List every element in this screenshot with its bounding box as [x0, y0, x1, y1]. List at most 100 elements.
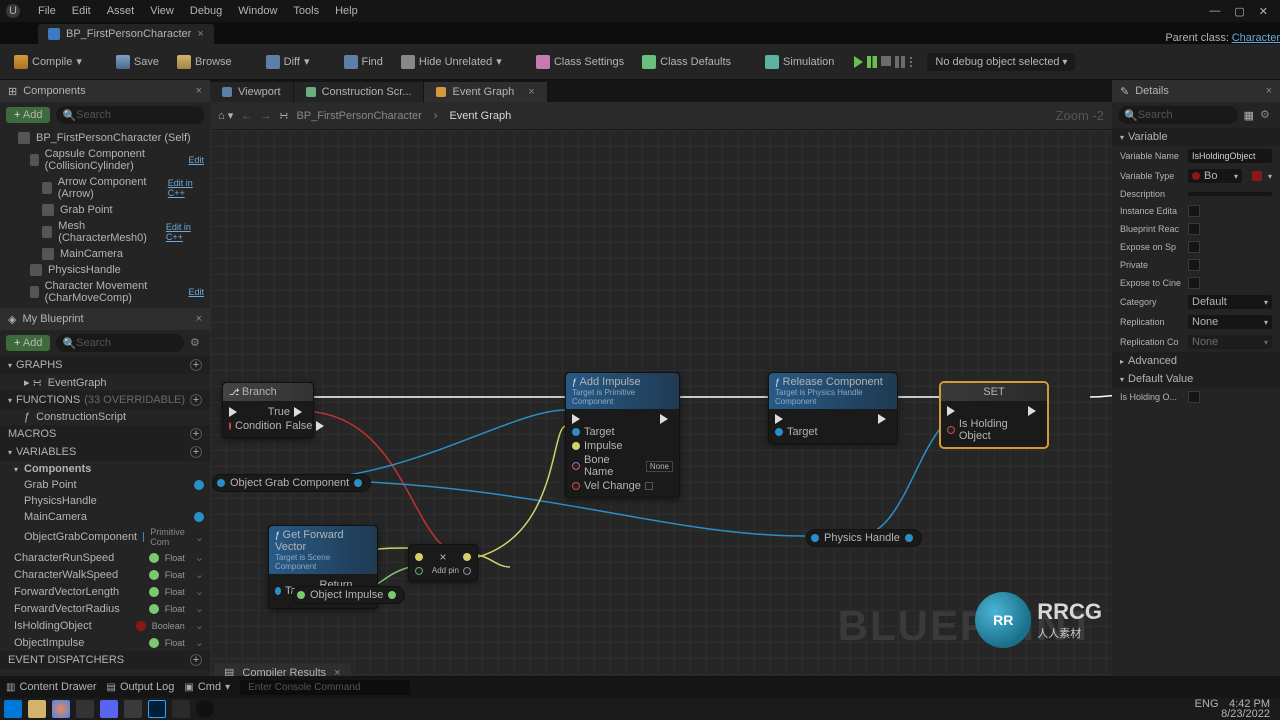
details-search[interactable]: 🔍 Search [1118, 106, 1238, 124]
hide-unrelated-button[interactable]: Hide Unrelated ▾ [395, 51, 508, 73]
tab-event-graph[interactable]: Event Graph× [424, 82, 546, 102]
find-button[interactable]: Find [338, 51, 389, 73]
node-multiply[interactable]: × Add pin [408, 544, 478, 581]
doc-tab-blueprint[interactable]: BP_FirstPersonCharacter × [38, 24, 214, 44]
class-settings-button[interactable]: Class Settings [530, 51, 630, 73]
class-defaults-button[interactable]: Class Defaults [636, 51, 737, 73]
gear-icon[interactable]: ⚙ [190, 336, 204, 350]
private-checkbox[interactable] [1188, 259, 1200, 271]
comp-arrow[interactable]: Arrow Component (Arrow)Edit in C++ [0, 174, 210, 202]
blueprint-search[interactable]: 🔍 Search [56, 334, 184, 352]
blueprint-readonly-checkbox[interactable] [1188, 223, 1200, 235]
unreal-icon[interactable] [196, 700, 214, 718]
cmd-select[interactable]: ▣ Cmd ▾ [184, 681, 230, 693]
replication-condition-select[interactable]: None▾ [1188, 335, 1272, 349]
default-value-checkbox[interactable] [1188, 391, 1200, 403]
close-panel-icon[interactable]: × [1266, 85, 1272, 97]
expose-on-spawn-checkbox[interactable] [1188, 241, 1200, 253]
node-release-component[interactable]: ƒ Release ComponentTarget is Physics Han… [768, 372, 898, 444]
step-icon[interactable] [867, 56, 877, 68]
comp-capsule[interactable]: Capsule Component (CollisionCylinder)Edi… [0, 146, 210, 174]
var-node-object-impulse[interactable]: Object Impulse [292, 586, 405, 604]
menu-debug[interactable]: Debug [182, 5, 230, 17]
node-branch[interactable]: ⎇ Branch True ConditionFalse [222, 382, 314, 438]
nav-forward-icon[interactable]: → [260, 110, 271, 122]
variable-type-select[interactable]: Bo▾ [1188, 169, 1242, 183]
breadcrumb-asset[interactable]: BP_FirstPersonCharacter [296, 110, 421, 122]
edit-cpp-link[interactable]: Edit in C++ [168, 178, 204, 198]
menu-file[interactable]: File [30, 5, 64, 17]
var-grab[interactable]: Grab Point [0, 477, 210, 493]
graph-canvas[interactable]: ⎇ Branch True ConditionFalse Object Grab… [210, 130, 1112, 680]
nav-home-icon[interactable]: ⌂ ▾ [218, 109, 233, 122]
pause-icon[interactable] [895, 56, 905, 68]
tab-construction[interactable]: Construction Scr... [294, 82, 424, 102]
simulation-button[interactable]: Simulation [759, 51, 840, 73]
var-imp[interactable]: ObjectImpulseFloat⌄ [0, 634, 210, 651]
item-constructionscript[interactable]: ƒConstructionScript [0, 409, 210, 425]
nodes-icon[interactable]: ∺ [279, 109, 288, 122]
details-panel-tab[interactable]: ✎ Details × [1112, 80, 1280, 102]
diff-button[interactable]: Diff ▾ [260, 51, 316, 73]
comp-camera[interactable]: MainCamera [0, 246, 210, 262]
close-tab-icon[interactable]: × [528, 86, 534, 98]
comp-grab[interactable]: Grab Point [0, 202, 210, 218]
section-dispatchers[interactable]: EVENT DISPATCHERS+ [0, 651, 210, 669]
my-blueprint-tab[interactable]: ◈ My Blueprint × [0, 308, 210, 330]
comp-mesh[interactable]: Mesh (CharacterMesh0)Edit in C++ [0, 218, 210, 246]
menu-asset[interactable]: Asset [99, 5, 143, 17]
breadcrumb-graph[interactable]: Event Graph [449, 110, 511, 122]
edit-link[interactable]: Edit [188, 155, 204, 165]
menu-tools[interactable]: Tools [285, 5, 327, 17]
var-fvl[interactable]: ForwardVectorLengthFloat⌄ [0, 583, 210, 600]
subsection-components[interactable]: ▾Components [0, 461, 210, 477]
add-dispatcher-icon[interactable]: + [190, 654, 202, 666]
tab-viewport[interactable]: Viewport [210, 82, 293, 102]
stop-icon[interactable] [881, 56, 891, 66]
instance-editable-checkbox[interactable] [1188, 205, 1200, 217]
node-add-impulse[interactable]: ƒ Add ImpulseTarget is Primitive Compone… [565, 372, 680, 498]
app-icon[interactable] [172, 700, 190, 718]
menu-help[interactable]: Help [327, 5, 366, 17]
description-input[interactable] [1188, 192, 1272, 196]
discord-icon[interactable] [100, 700, 118, 718]
section-functions[interactable]: ▾FUNCTIONS (33 OVERRIDABLE)+ [0, 391, 210, 409]
browse-button[interactable]: Browse [171, 51, 238, 73]
menu-window[interactable]: Window [230, 5, 285, 17]
add-function-icon[interactable]: + [190, 394, 202, 406]
section-macros[interactable]: MACROS+ [0, 425, 210, 443]
var-run[interactable]: CharacterRunSpeedFloat⌄ [0, 549, 210, 566]
explorer-icon[interactable] [28, 700, 46, 718]
debug-object-select[interactable]: No debug object selected ▾ [927, 53, 1075, 71]
play-options-icon[interactable] [909, 56, 913, 68]
var-fvr[interactable]: ForwardVectorRadiusFloat⌄ [0, 600, 210, 617]
menu-edit[interactable]: Edit [64, 5, 99, 17]
close-icon[interactable]: ✕ [1259, 5, 1268, 18]
var-walk[interactable]: CharacterWalkSpeedFloat⌄ [0, 566, 210, 583]
grid-view-icon[interactable]: ▦ [1244, 109, 1254, 122]
app-icon[interactable] [124, 700, 142, 718]
minimize-icon[interactable]: — [1209, 5, 1220, 18]
var-ogc[interactable]: ObjectGrabComponentPrimitive Com⌄ [0, 525, 210, 549]
section-graphs[interactable]: ▾GRAPHS+ [0, 356, 210, 374]
add-macro-icon[interactable]: + [190, 428, 202, 440]
gear-icon[interactable]: ⚙ [1260, 108, 1274, 122]
section-default-value[interactable]: ▾Default Value [1112, 370, 1280, 388]
add-graph-icon[interactable]: + [190, 359, 202, 371]
expose-cinematics-checkbox[interactable] [1188, 277, 1200, 289]
output-log-button[interactable]: ▤ Output Log [107, 681, 175, 693]
chrome-icon[interactable] [52, 700, 70, 718]
comp-charmove[interactable]: Character Movement (CharMoveComp)Edit [0, 278, 210, 306]
var-node-ogc[interactable]: Object Grab Component [212, 474, 371, 492]
var-hold[interactable]: IsHoldingObjectBoolean⌄ [0, 617, 210, 634]
console-command-input[interactable]: Enter Console Command [240, 680, 410, 695]
parent-class-link[interactable]: Character [1232, 32, 1280, 44]
add-new-button[interactable]: + Add [6, 335, 50, 351]
close-panel-icon[interactable]: × [196, 85, 202, 97]
var-physics[interactable]: PhysicsHandle [0, 493, 210, 509]
play-icon[interactable] [854, 56, 863, 68]
maximize-icon[interactable]: ▢ [1234, 5, 1244, 18]
components-search[interactable]: 🔍 Search [56, 106, 204, 124]
compile-button[interactable]: Compile ▾ [8, 51, 88, 73]
nav-back-icon[interactable]: ← [241, 110, 252, 122]
